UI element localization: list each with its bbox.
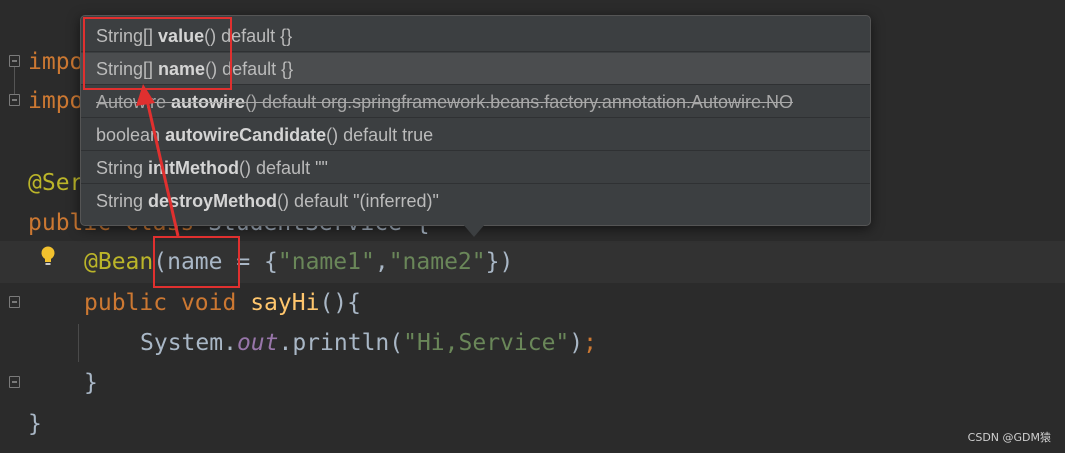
- watermark: CSDN @GDM猿: [967, 431, 1051, 444]
- annotation-arrow: [136, 84, 180, 237]
